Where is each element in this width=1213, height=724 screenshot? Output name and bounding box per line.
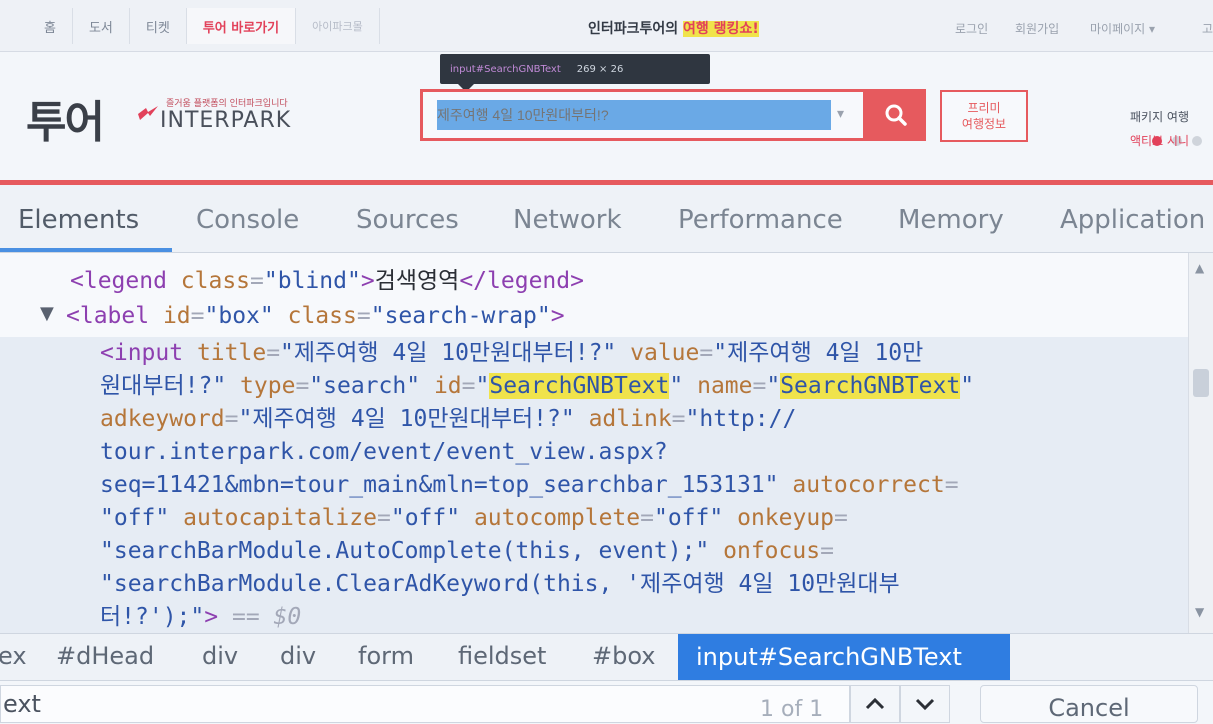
tab-network[interactable]: Network (513, 205, 622, 235)
find-match-count: 1 of 1 (760, 697, 824, 722)
tab-application[interactable]: Application (1060, 205, 1205, 235)
code-line-input-4[interactable]: tour.interpark.com/event/event_view.aspx… (100, 436, 668, 468)
promo-prefix: 인터파크투어의 (588, 21, 679, 37)
login-link[interactable]: 로그인 (955, 20, 988, 37)
elements-tree[interactable]: <legend class="blind">검색영역</legend> ▼ <l… (0, 253, 1188, 633)
interpark-logo-icon (138, 106, 158, 120)
join-link[interactable]: 회원가입 (1015, 20, 1059, 37)
logo-interpark[interactable]: INTERPARK (160, 108, 291, 133)
code-line-input-6[interactable]: "off" autocapitalize="off" autocomplete=… (100, 502, 848, 534)
devtools-tabbar: Elements Console Sources Network Perform… (0, 185, 1213, 253)
search-button[interactable] (866, 89, 926, 141)
code-line-input-9[interactable]: 터!?');"> == $0 (100, 601, 301, 633)
site-topnav: 홈 도서 티켓 투어 바로가기 아이파크몰 (0, 8, 380, 44)
find-prev-button[interactable] (850, 685, 900, 723)
topnav-tickets[interactable]: 티켓 (130, 8, 187, 44)
util-edge-link[interactable]: 고 (1202, 20, 1213, 37)
find-next-button[interactable] (900, 685, 950, 723)
tab-memory[interactable]: Memory (898, 205, 1004, 235)
code-line-input-8[interactable]: "searchBarModule.ClearAdKeyword(this, '제… (100, 568, 900, 600)
crumb-dhead[interactable]: #dHead (56, 642, 154, 670)
crumb-div[interactable]: div (202, 642, 238, 670)
scroll-thumb[interactable] (1193, 369, 1209, 397)
carousel-dot[interactable] (1192, 136, 1202, 146)
crumb-div[interactable]: div (280, 642, 316, 670)
mypage-link[interactable]: 마이페이지 ▾ (1090, 20, 1155, 37)
crumb-ex[interactable]: ex (0, 642, 27, 670)
code-line-input-2[interactable]: 원대부터!?" type="search" id="SearchGNBText"… (100, 370, 974, 402)
topnav-ipark[interactable]: 아이파크몰 (296, 8, 380, 44)
topnav-tour[interactable]: 투어 바로가기 (186, 8, 297, 44)
side-link-active[interactable]: 액티브 시니 (1130, 132, 1189, 149)
crumb-fieldset[interactable]: fieldset (458, 642, 546, 670)
premium-travel-button[interactable]: 프리미 여행정보 (940, 90, 1028, 142)
search-match-highlight: SearchGNBText (489, 373, 670, 399)
tab-elements[interactable]: Elements (18, 205, 139, 235)
promo-banner[interactable]: 인터파크투어의 여행 랭킹쇼! (588, 18, 759, 38)
tooltip-selector: input#SearchGNBText (450, 63, 561, 75)
dollar-zero-marker: == $0 (231, 604, 302, 630)
code-line-input-7[interactable]: "searchBarModule.AutoComplete(this, even… (100, 535, 834, 567)
tab-sources[interactable]: Sources (356, 205, 459, 235)
code-line-label[interactable]: <label id="box" class="search-wrap"> (66, 300, 565, 332)
tab-console[interactable]: Console (196, 205, 299, 235)
chevron-down-icon[interactable]: ▾ (837, 106, 844, 122)
promo-highlight: 여행 랭킹쇼! (683, 21, 759, 37)
inspect-tooltip: input#SearchGNBText 269 × 26 (440, 54, 710, 84)
code-line-input-3[interactable]: adkeyword="제주여행 4일 10만원대부터!?" adlink="ht… (100, 403, 796, 435)
scroll-down-icon[interactable]: ▼ (1195, 605, 1204, 619)
tab-performance[interactable]: Performance (678, 205, 843, 235)
topnav-home[interactable]: 홈 (0, 8, 73, 44)
search-input[interactable] (437, 100, 831, 130)
code-line-input-5[interactable]: seq=11421&mbn=tour_main&mln=top_searchba… (100, 469, 959, 501)
crumb-form[interactable]: form (358, 642, 414, 670)
code-line-legend[interactable]: <legend class="blind">검색영역</legend> (70, 265, 584, 297)
premium-line2: 여행정보 (961, 117, 1007, 131)
logo-tour[interactable]: 투어 (26, 86, 105, 150)
expand-triangle-icon[interactable]: ▼ (40, 303, 54, 324)
crumb-box[interactable]: #box (592, 642, 656, 670)
site-topbar: 홈 도서 티켓 투어 바로가기 아이파크몰 인터파크투어의 여행 랭킹쇼! 로그… (0, 0, 1213, 52)
chevron-up-icon (865, 697, 885, 710)
dom-breadcrumb: ex #dHead div div form fieldset #box inp… (0, 633, 1213, 681)
chevron-down-icon (915, 698, 935, 711)
cancel-button[interactable]: Cancel (980, 685, 1198, 723)
crumb-active-input[interactable]: input#SearchGNBText (678, 634, 1010, 680)
premium-line1: 프리미 (967, 101, 1001, 115)
search-icon (885, 104, 907, 126)
side-link-package[interactable]: 패키지 여행 (1130, 108, 1189, 125)
search-match-highlight: SearchGNBText (780, 373, 961, 399)
scroll-up-icon[interactable]: ▲ (1195, 261, 1204, 275)
tooltip-size: 269 × 26 (576, 63, 624, 75)
code-line-input-1[interactable]: <input title="제주여행 4일 10만원대부터!?" value="… (100, 337, 923, 369)
search-box: ▾ (420, 89, 866, 141)
elements-scrollbar[interactable]: ▲ ▼ (1188, 253, 1213, 633)
find-bar: 1 of 1 Cancel (0, 681, 1213, 724)
topnav-books[interactable]: 도서 (73, 8, 130, 44)
find-input[interactable] (0, 685, 850, 723)
active-tab-indicator (0, 248, 172, 252)
